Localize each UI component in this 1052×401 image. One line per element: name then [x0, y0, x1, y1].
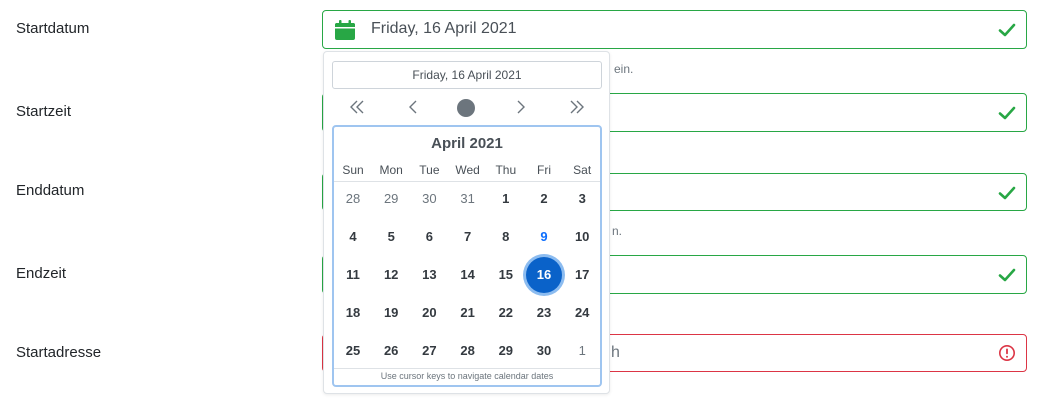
calendar-day[interactable]: 29 — [488, 333, 524, 369]
enddatum-help-text: n. — [612, 224, 623, 238]
double-chevron-left-icon — [350, 100, 364, 114]
check-icon — [998, 106, 1016, 120]
double-chevron-right-icon — [570, 100, 584, 114]
datepicker-nav — [332, 96, 602, 120]
keyboard-hint: Use cursor keys to navigate calendar dat… — [334, 368, 600, 385]
calendar-day[interactable]: 17 — [564, 257, 600, 293]
calendar-day[interactable]: 28 — [335, 181, 371, 217]
calendar-day[interactable]: 11 — [335, 257, 371, 293]
next-year-button[interactable] — [562, 96, 592, 120]
calendar-day[interactable]: 26 — [373, 333, 409, 369]
calendar-day[interactable]: 18 — [335, 295, 371, 331]
startdatum-field[interactable]: Friday, 16 April 2021 — [322, 10, 1027, 49]
calendar-day[interactable]: 15 — [488, 257, 524, 293]
calendar-day[interactable]: 13 — [411, 257, 447, 293]
current-month-button[interactable] — [457, 99, 475, 117]
calendar-day[interactable]: 25 — [335, 333, 371, 369]
calendar-day[interactable]: 28 — [450, 333, 486, 369]
startadresse-placeholder: h — [611, 344, 620, 361]
chevron-left-icon — [409, 100, 417, 114]
calendar-day[interactable]: 5 — [373, 219, 409, 255]
weekday-header: Sun Mon Tue Wed Thu Fri Sat — [334, 161, 600, 182]
check-icon — [998, 268, 1016, 282]
month-title: April 2021 — [431, 135, 503, 152]
calendar-day[interactable]: 1 — [564, 333, 600, 369]
calendar-day[interactable]: 31 — [450, 181, 486, 217]
datepicker-popup[interactable]: Friday, 16 April 2021 April 2021 Sun Mon T… — [323, 51, 610, 394]
label-startdatum: Startdatum — [16, 20, 90, 37]
check-icon — [998, 23, 1016, 37]
check-icon — [998, 186, 1016, 200]
calendar-day[interactable]: 20 — [411, 295, 447, 331]
calendar-day[interactable]: 14 — [450, 257, 486, 293]
calendar-day[interactable]: 4 — [335, 219, 371, 255]
calendar-day[interactable]: 30 — [526, 333, 562, 369]
startdatum-value: Friday, 16 April 2021 — [371, 20, 517, 37]
label-enddatum: Enddatum — [16, 182, 85, 199]
startdatum-help-text: ein. — [614, 62, 634, 76]
calendar-day[interactable]: 23 — [526, 295, 562, 331]
label-startzeit: Startzeit — [16, 103, 72, 120]
calendar-day[interactable]: 19 — [373, 295, 409, 331]
calendar-day[interactable]: 24 — [564, 295, 600, 331]
calendar-icon[interactable] — [334, 20, 356, 40]
calendar-day[interactable]: 22 — [488, 295, 524, 331]
calendar-day[interactable]: 12 — [373, 257, 409, 293]
calendar-day[interactable]: 1 — [488, 181, 524, 217]
calendar-day[interactable]: 6 — [411, 219, 447, 255]
calendar-day[interactable]: 9 — [526, 219, 562, 255]
calendar-day[interactable]: 21 — [450, 295, 486, 331]
weekday-sun: Sun — [342, 163, 364, 177]
calendar-day[interactable]: 8 — [488, 219, 524, 255]
label-endzeit: Endzeit — [16, 265, 67, 282]
calendar-day[interactable]: 7 — [450, 219, 486, 255]
prev-year-button[interactable] — [342, 96, 372, 120]
calendar-day[interactable]: 30 — [411, 181, 447, 217]
chevron-right-icon — [517, 100, 525, 114]
prev-month-button[interactable] — [398, 96, 428, 120]
calendar-day[interactable]: 3 — [564, 181, 600, 217]
next-month-button[interactable] — [506, 96, 536, 120]
calendar-day[interactable]: 29 — [373, 181, 409, 217]
weekday-thu: Thu — [495, 163, 517, 177]
weekday-fri: Fri — [537, 163, 551, 177]
datepicker-selected-date: Friday, 16 April 2021 — [332, 61, 602, 89]
calendar-day[interactable]: 10 — [564, 219, 600, 255]
calendar-day[interactable]: 27 — [411, 333, 447, 369]
calendar-grid[interactable]: April 2021 Sun Mon Tue Wed Thu Fri Sat 28 29 30 3… — [332, 125, 602, 387]
weekday-wed: Wed — [455, 163, 480, 177]
label-startadresse: Startadresse — [16, 344, 102, 361]
weekday-tue: Tue — [419, 163, 440, 177]
error-icon — [999, 345, 1015, 361]
weekday-mon: Mon — [379, 163, 403, 177]
calendar-day[interactable]: 16 — [526, 257, 562, 293]
weekday-sat: Sat — [573, 163, 592, 177]
calendar-day[interactable]: 2 — [526, 181, 562, 217]
